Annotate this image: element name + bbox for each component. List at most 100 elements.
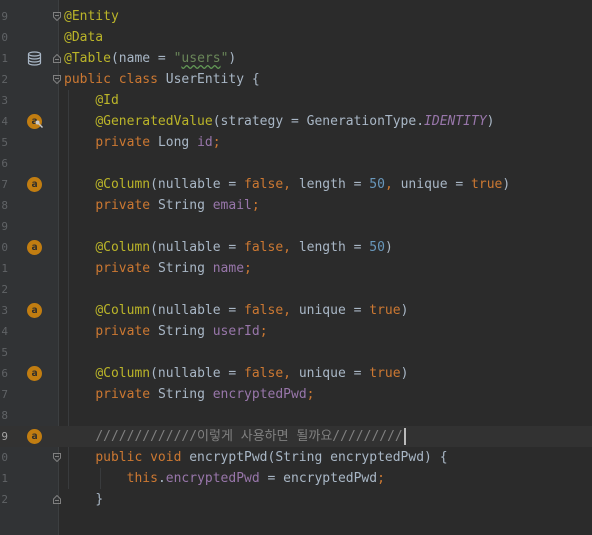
code-text[interactable]: } bbox=[64, 489, 103, 510]
code-token: String bbox=[157, 261, 213, 276]
code-token: . bbox=[157, 471, 166, 486]
annotation-token: @Column bbox=[95, 177, 151, 192]
code-token: (name = bbox=[110, 51, 174, 66]
line-number: 6 bbox=[1, 367, 8, 380]
code-text[interactable]: private String name; bbox=[64, 258, 252, 279]
line-number: 0 bbox=[1, 31, 8, 44]
keyword-token: ; bbox=[244, 261, 252, 276]
code-line[interactable]: 8 private String email; bbox=[0, 195, 592, 216]
code-token: ) bbox=[486, 114, 495, 129]
code-token: = encryptedPwd bbox=[259, 471, 378, 486]
code-line[interactable]: 7 a @Column(nullable = false, length = 50… bbox=[0, 174, 592, 195]
keyword-token: ; bbox=[306, 387, 315, 402]
code-line[interactable]: 7 private String encryptedPwd; bbox=[0, 384, 592, 405]
code-line[interactable]: 0 public void encryptPwd(String encrypte… bbox=[0, 447, 592, 468]
code-text[interactable]: /////////////이렇게 사용하면 될까요///////// bbox=[64, 426, 402, 447]
code-line[interactable]: 6 bbox=[0, 153, 592, 174]
keyword-token: private bbox=[95, 198, 158, 213]
code-line[interactable]: 9 a /////////////이렇게 사용하면 될까요///////// bbox=[0, 426, 592, 447]
code-token: length = bbox=[298, 177, 370, 192]
fold-end-icon[interactable] bbox=[53, 54, 61, 63]
code-line[interactable]: 4 a @GeneratedValue(strategy = Generation… bbox=[0, 111, 592, 132]
code-text[interactable]: @Entity bbox=[64, 6, 119, 27]
code-text[interactable]: private Long id; bbox=[64, 132, 220, 153]
code-token: String bbox=[157, 387, 213, 402]
line-number: 2 bbox=[1, 283, 8, 296]
code-line[interactable]: 6 a @Column(nullable = false, unique = tr… bbox=[0, 363, 592, 384]
code-line[interactable]: 5 bbox=[0, 342, 592, 363]
code-line[interactable]: 9 bbox=[0, 216, 592, 237]
code-line[interactable]: 2 bbox=[0, 279, 592, 300]
code-text[interactable]: @Column(nullable = false, length = 50) bbox=[64, 237, 392, 258]
code-line[interactable]: 0 @Data bbox=[0, 27, 592, 48]
code-line[interactable]: 5 private Long id; bbox=[0, 132, 592, 153]
annotation-token: @Entity bbox=[64, 9, 119, 24]
line-number: 7 bbox=[1, 178, 8, 191]
key-icon bbox=[35, 120, 43, 128]
annotation-icon[interactable]: a bbox=[27, 366, 42, 381]
database-icon[interactable] bbox=[27, 51, 42, 66]
annotation-icon[interactable]: a bbox=[27, 177, 42, 192]
fold-collapse-icon[interactable] bbox=[53, 453, 61, 462]
code-token: (nullable = bbox=[150, 366, 245, 381]
fold-end-icon[interactable] bbox=[53, 495, 61, 504]
code-line[interactable]: 3 @Id bbox=[0, 90, 592, 111]
keyword-token: private bbox=[95, 324, 158, 339]
number-token: 50 bbox=[369, 177, 385, 192]
code-line[interactable]: 1 private String name; bbox=[0, 258, 592, 279]
code-line[interactable]: 4 private String userId; bbox=[0, 321, 592, 342]
code-text[interactable]: @Column(nullable = false, length = 50, u… bbox=[64, 174, 510, 195]
code-text[interactable]: private String encryptedPwd; bbox=[64, 384, 314, 405]
annotation-key-icon[interactable]: a bbox=[27, 114, 43, 129]
code-text[interactable]: @Id bbox=[64, 90, 118, 111]
code-line[interactable]: 8 bbox=[0, 405, 592, 426]
code-text[interactable]: @Column(nullable = false, unique = true) bbox=[64, 300, 408, 321]
keyword-token: private bbox=[95, 261, 158, 276]
keyword-token: private bbox=[95, 135, 158, 150]
fold-collapse-icon[interactable] bbox=[53, 75, 61, 84]
code-line[interactable]: 0 a @Column(nullable = false, length = 50… bbox=[0, 237, 592, 258]
code-line[interactable]: 2 public class UserEntity { bbox=[0, 69, 592, 90]
code-text[interactable]: @Column(nullable = false, unique = true) bbox=[64, 363, 408, 384]
code-token: unique = bbox=[400, 177, 472, 192]
line-number: 5 bbox=[1, 346, 8, 359]
annotation-icon[interactable]: a bbox=[27, 429, 42, 444]
code-text[interactable]: private String email; bbox=[64, 195, 259, 216]
code-text[interactable]: this.encryptedPwd = encryptedPwd; bbox=[64, 468, 385, 489]
code-text[interactable]: @Data bbox=[64, 27, 103, 48]
code-token: unique = bbox=[298, 303, 370, 318]
code-line[interactable]: 2 } bbox=[0, 489, 592, 510]
annotation-icon[interactable]: a bbox=[27, 240, 42, 255]
code-text[interactable]: public class UserEntity { bbox=[64, 69, 260, 90]
code-editor[interactable]: 8 9 @Entity 0 @Data 1 @Table(name = "users") 2 p… bbox=[0, 0, 592, 535]
code-line[interactable]: 3 a @Column(nullable = false, unique = tr… bbox=[0, 300, 592, 321]
line-number: 8 bbox=[1, 199, 8, 212]
code-text[interactable]: private String userId; bbox=[64, 321, 268, 342]
keyword-token: public void bbox=[95, 450, 190, 465]
code-line[interactable]: 1 this.encryptedPwd = encryptedPwd; bbox=[0, 468, 592, 489]
line-number: 5 bbox=[1, 136, 8, 149]
line-number: 7 bbox=[1, 388, 8, 401]
annotation-token: @Table bbox=[64, 51, 111, 66]
code-text[interactable]: @GeneratedValue(strategy = GenerationTyp… bbox=[64, 111, 495, 132]
line-number: 9 bbox=[1, 10, 8, 23]
code-token: unique = bbox=[298, 366, 370, 381]
fold-collapse-icon[interactable] bbox=[53, 12, 61, 21]
code-line[interactable]: 1 @Table(name = "users") bbox=[0, 48, 592, 69]
keyword-token: this bbox=[126, 471, 158, 486]
annotation-icon[interactable]: a bbox=[27, 303, 42, 318]
code-token: String bbox=[157, 198, 213, 213]
code-text[interactable]: public void encryptPwd(String encryptedP… bbox=[64, 447, 447, 468]
code-line[interactable]: 9 @Entity bbox=[0, 6, 592, 27]
code-text[interactable]: @Table(name = "users") bbox=[64, 48, 236, 69]
keyword-token: ; bbox=[259, 324, 268, 339]
code-token: (strategy = GenerationType. bbox=[212, 114, 425, 129]
